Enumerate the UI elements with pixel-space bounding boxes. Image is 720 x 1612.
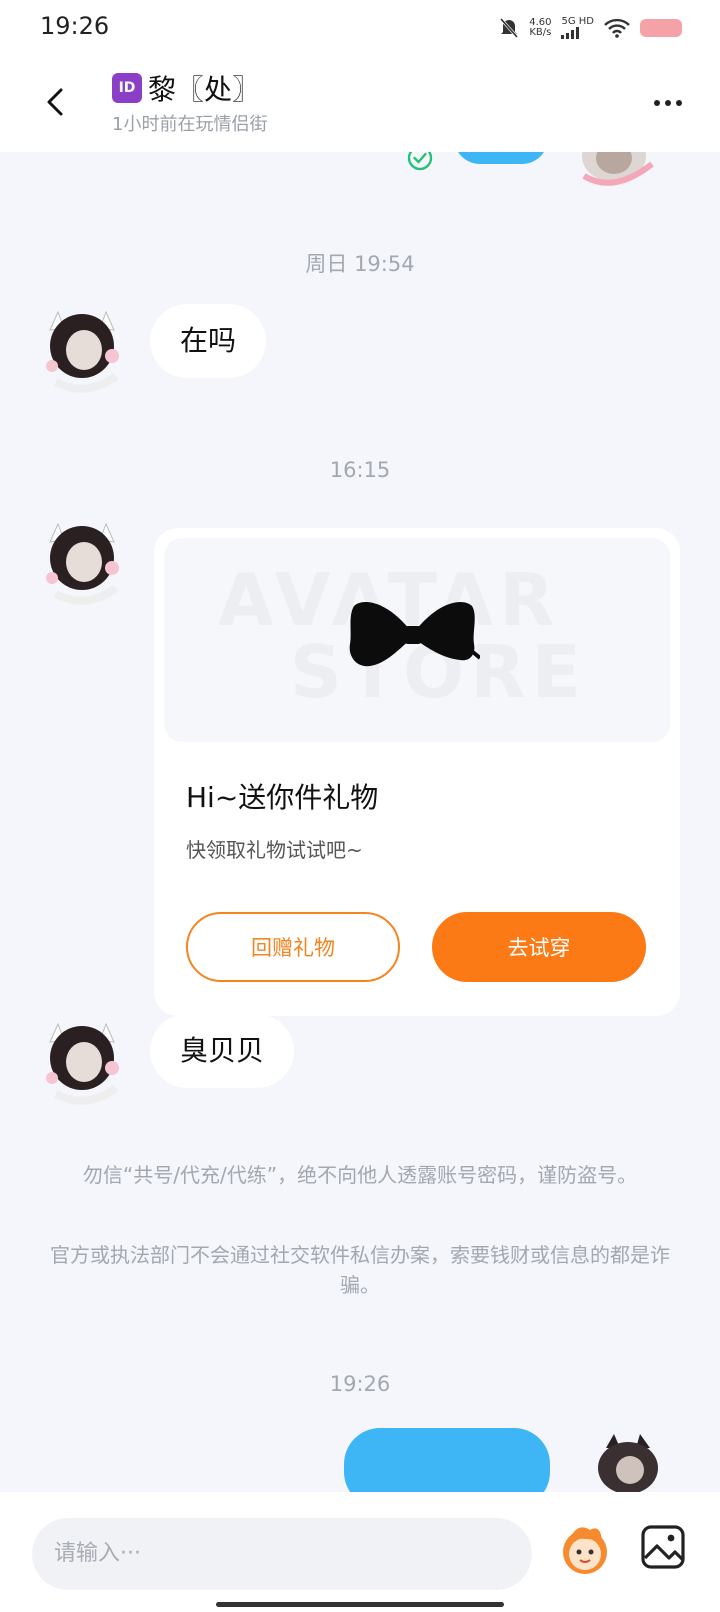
timestamp: 周日 19:54 (305, 252, 415, 276)
home-indicator (216, 1602, 504, 1607)
contact-avatar[interactable] (42, 302, 122, 396)
contact-status: 1小时前在玩情侣街 (112, 114, 268, 135)
chat-header: ID 黎〖处〗 1小时前在玩情侣街 (0, 56, 720, 152)
status-bar: 19:26 4.60 KB/s 5G HD (0, 0, 720, 56)
contact-name: 黎〖处〗 (148, 73, 261, 106)
net-speed: 4.60 KB/s (529, 17, 552, 38)
status-time: 19:26 (40, 12, 110, 40)
outgoing-bubble[interactable] (344, 1428, 550, 1492)
gift-image: AVATAR STORE (164, 538, 670, 742)
signal-icon (561, 27, 594, 39)
avatar-sticker-icon[interactable] (556, 1520, 614, 1578)
bow-icon (349, 601, 480, 667)
fraud-warning: 官方或执法部门不会通过社交软件私信办案，索要钱财或信息的都是诈骗。 (50, 1243, 670, 1297)
id-badge-icon: ID (112, 73, 142, 103)
my-avatar[interactable] (574, 152, 660, 194)
contact-avatar[interactable] (42, 1014, 122, 1108)
try-on-button[interactable]: 去试穿 (432, 912, 646, 982)
back-button[interactable] (38, 84, 74, 120)
outgoing-bubble[interactable] (454, 152, 548, 164)
incoming-message[interactable]: 在吗 (150, 304, 267, 378)
incoming-message[interactable]: 臭贝贝 (150, 1014, 295, 1088)
message-input[interactable]: 请输入··· (32, 1518, 532, 1590)
gift-card[interactable]: AVATAR STORE Hi~送你件礼物 快领取礼物试试吧~ 回赠礼物 去试穿 (154, 528, 680, 1016)
chat-messages[interactable]: 周日 19:54 在吗 16:15 AVATAR STORE Hi~送你件礼物 … (0, 152, 720, 1492)
wifi-icon (604, 18, 630, 38)
battery-icon (640, 19, 682, 37)
timestamp: 19:26 (329, 1372, 391, 1396)
security-warning: 勿信“共号/代充/代练”，绝不向他人透露账号密码，谨防盗号。 (82, 1163, 638, 1187)
my-avatar[interactable] (584, 1424, 664, 1492)
return-gift-button[interactable]: 回赠礼物 (186, 912, 400, 982)
gift-title: Hi~送你件礼物 (186, 781, 379, 814)
image-icon[interactable] (640, 1524, 686, 1570)
check-circle-icon (407, 152, 433, 171)
contact-title-row[interactable]: ID 黎〖处〗 (112, 68, 260, 108)
input-bar: 请输入··· (0, 1492, 720, 1612)
network-type: 5G HD (561, 17, 594, 39)
more-dots-icon[interactable] (654, 100, 682, 106)
contact-avatar[interactable] (42, 514, 122, 608)
status-icons: 4.60 KB/s 5G HD (499, 14, 682, 42)
gift-subtitle: 快领取礼物试试吧~ (186, 838, 363, 862)
mute-bell-icon (500, 18, 519, 38)
timestamp: 16:15 (329, 458, 391, 482)
